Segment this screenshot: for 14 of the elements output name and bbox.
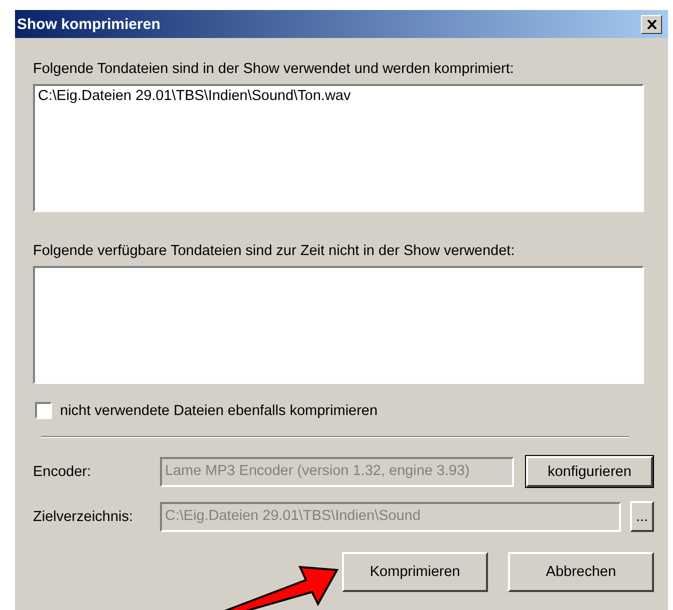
close-button[interactable]	[641, 14, 662, 34]
unused-files-list[interactable]	[33, 266, 644, 384]
field-label: Encoder:	[33, 464, 92, 480]
list-item[interactable]: C:\Eig.Dateien 29.01\TBS\Indien\Sound\Ton.wav	[38, 87, 351, 105]
close-icon	[646, 20, 656, 28]
used-files-list[interactable]: C:\Eig.Dateien 29.01\TBS\Indien\Sound\Ton.wav	[33, 84, 644, 212]
window-title: Show komprimieren	[17, 16, 160, 32]
dialog-button[interactable]: Abbrechen	[508, 552, 654, 592]
dialog-button[interactable]: Komprimieren	[342, 552, 488, 592]
field-label: Zielverzeichnis:	[33, 508, 134, 524]
list-label: Folgende Tondateien sind in der Show verwendet und werden komprimiert:	[33, 60, 515, 78]
checkbox-label[interactable]: nicht verwendete Dateien ebenfalls komprimieren	[60, 402, 378, 418]
list-label: Folgende verfügbare Tondateien sind zur Zeit nicht in der Show verwendet:	[33, 242, 516, 260]
checkbox[interactable]	[35, 402, 52, 419]
